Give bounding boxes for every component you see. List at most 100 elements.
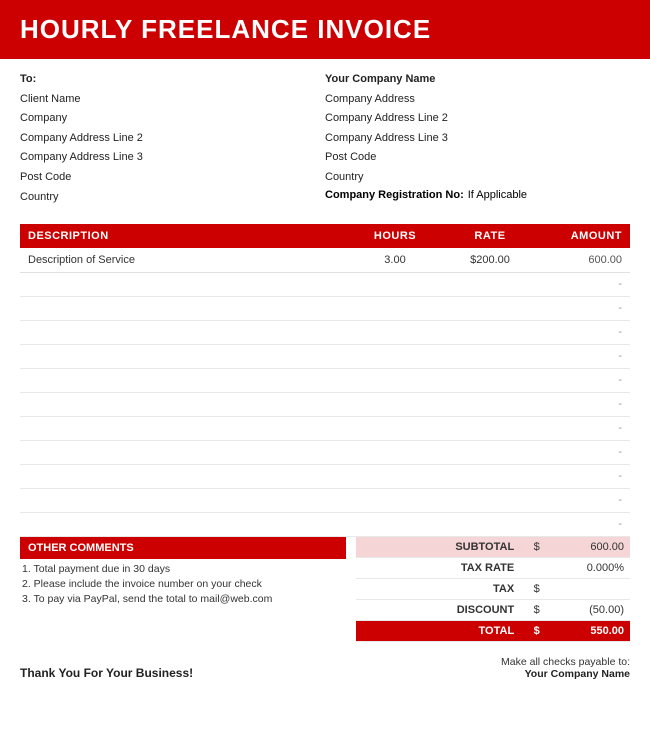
cell-description [20, 296, 350, 320]
subtotal-value: 600.00 [553, 537, 630, 558]
table-row: - [20, 464, 630, 488]
cell-amount: - [540, 416, 630, 440]
cell-hours [350, 344, 440, 368]
address-left: To: Client Name Company Company Address … [20, 71, 325, 208]
cell-rate [440, 464, 540, 488]
col-rate: RATE [440, 224, 540, 248]
tax-rate-symbol [520, 557, 553, 578]
table-row: - [20, 344, 630, 368]
tax-value [553, 578, 630, 599]
cell-hours [350, 512, 440, 536]
cell-rate [440, 512, 540, 536]
cell-hours [350, 488, 440, 512]
tax-symbol: $ [520, 578, 553, 599]
table-row: - [20, 392, 630, 416]
discount-label: DISCOUNT [356, 599, 521, 620]
cell-description [20, 440, 350, 464]
summary-area: SUBTOTAL $ 600.00 TAX RATE 0.000% TAX $ [356, 537, 631, 642]
cell-description: Description of Service [20, 248, 350, 272]
company-address-line2: Company Address Line 2 [325, 110, 630, 128]
comment-line-1: 1. Total payment due in 30 days [20, 563, 346, 575]
table-row: - [20, 368, 630, 392]
company-postcode: Post Code [325, 149, 630, 167]
client-name: Client Name [20, 91, 325, 109]
discount-value: (50.00) [553, 599, 630, 620]
total-symbol: $ [520, 620, 553, 641]
total-label: TOTAL [356, 620, 521, 641]
cell-hours: 3.00 [350, 248, 440, 272]
payable-note: Make all checks payable to: [356, 656, 631, 668]
client-postcode: Post Code [20, 169, 325, 187]
registration-line: Company Registration No: If Applicable [325, 189, 630, 201]
client-address-line2: Company Address Line 2 [20, 130, 325, 148]
cell-rate [440, 272, 540, 296]
cell-amount: - [540, 320, 630, 344]
discount-symbol: $ [520, 599, 553, 620]
cell-amount: - [540, 296, 630, 320]
subtotal-label: SUBTOTAL [356, 537, 521, 558]
reg-value: If Applicable [468, 189, 527, 201]
cell-amount: - [540, 368, 630, 392]
cell-description [20, 416, 350, 440]
client-address-line3: Company Address Line 3 [20, 149, 325, 167]
cell-rate [440, 344, 540, 368]
invoice-title: HOURLY FREELANCE INVOICE [20, 14, 630, 45]
discount-row: DISCOUNT $ (50.00) [356, 599, 631, 620]
cell-rate [440, 416, 540, 440]
total-row: TOTAL $ 550.00 [356, 620, 631, 641]
cell-hours [350, 440, 440, 464]
cell-amount: - [540, 272, 630, 296]
cell-description [20, 368, 350, 392]
reg-label: Company Registration No: [325, 189, 464, 201]
cell-description [20, 392, 350, 416]
payable-name: Your Company Name [356, 668, 631, 680]
cell-rate [440, 320, 540, 344]
cell-hours [350, 368, 440, 392]
cell-rate [440, 392, 540, 416]
cell-hours [350, 464, 440, 488]
footer-left: Thank You For Your Business! [20, 666, 356, 680]
cell-amount: - [540, 512, 630, 536]
col-hours: HOURS [350, 224, 440, 248]
table-row: Description of Service3.00$200.00600.00 [20, 248, 630, 272]
table-header-row: DESCRIPTION HOURS RATE AMOUNT [20, 224, 630, 248]
address-right: Your Company Name Company Address Compan… [325, 71, 630, 208]
footer-right: Make all checks payable to: Your Company… [356, 656, 631, 680]
company-address: Company Address [325, 91, 630, 109]
cell-description [20, 320, 350, 344]
company-name: Your Company Name [325, 71, 630, 89]
cell-description [20, 464, 350, 488]
thank-you-text: Thank You For Your Business! [20, 666, 356, 680]
cell-rate [440, 488, 540, 512]
summary-table: SUBTOTAL $ 600.00 TAX RATE 0.000% TAX $ [356, 537, 631, 642]
tax-label: TAX [356, 578, 521, 599]
company-country: Country [325, 169, 630, 187]
total-value: 550.00 [553, 620, 630, 641]
comments-header: OTHER COMMENTS [20, 537, 346, 559]
cell-amount: - [540, 440, 630, 464]
cell-amount: - [540, 344, 630, 368]
table-row: - [20, 320, 630, 344]
invoice-table-section: DESCRIPTION HOURS RATE AMOUNT Descriptio… [0, 224, 650, 537]
subtotal-symbol: $ [520, 537, 553, 558]
cell-description [20, 488, 350, 512]
cell-hours [350, 392, 440, 416]
table-row: - [20, 296, 630, 320]
cell-hours [350, 272, 440, 296]
cell-hours [350, 416, 440, 440]
invoice-header: HOURLY FREELANCE INVOICE [0, 0, 650, 59]
company-address-line3: Company Address Line 3 [325, 130, 630, 148]
cell-description [20, 272, 350, 296]
tax-rate-label: TAX RATE [356, 557, 521, 578]
cell-hours [350, 320, 440, 344]
cell-amount: - [540, 464, 630, 488]
table-row: - [20, 416, 630, 440]
cell-rate [440, 440, 540, 464]
table-row: - [20, 272, 630, 296]
table-row: - [20, 440, 630, 464]
invoice-table: DESCRIPTION HOURS RATE AMOUNT Descriptio… [20, 224, 630, 537]
summary-comments-section: OTHER COMMENTS 1. Total payment due in 3… [0, 537, 650, 642]
cell-amount: - [540, 392, 630, 416]
col-description: DESCRIPTION [20, 224, 350, 248]
tax-rate-row: TAX RATE 0.000% [356, 557, 631, 578]
